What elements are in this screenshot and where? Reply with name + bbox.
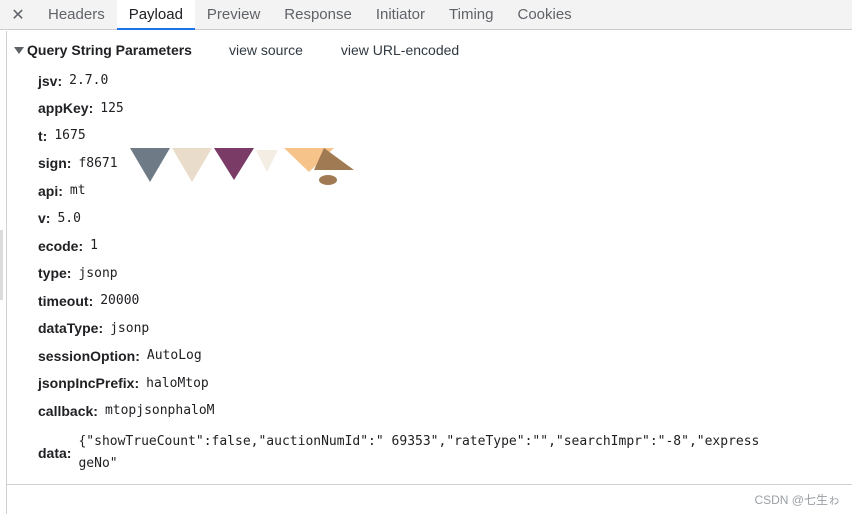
- watermark: CSDN @七生ゎ: [754, 493, 840, 507]
- panel-bottom-border: [6, 484, 852, 485]
- param-value: jsonp: [110, 320, 150, 336]
- view-url-encoded-link[interactable]: view URL-encoded: [341, 42, 459, 58]
- tab-headers[interactable]: Headers: [36, 0, 117, 29]
- param-key: timeout: [38, 293, 93, 309]
- param-value: f8671: [78, 155, 118, 171]
- param-value: 20000: [100, 293, 140, 309]
- tab-payload[interactable]: Payload: [116, 0, 196, 30]
- param-value: haloMtop: [146, 375, 209, 391]
- query-string-section-header[interactable]: Query String Parameters view source view…: [14, 38, 459, 62]
- redaction-triangle: [256, 150, 278, 172]
- param-value: 2.7.0: [69, 73, 109, 89]
- param-value: 125: [100, 100, 124, 116]
- close-icon[interactable]: ✕: [0, 0, 36, 29]
- param-value: 1675: [54, 128, 86, 144]
- param-key: type: [38, 265, 71, 281]
- param-key: data: [38, 445, 71, 461]
- param-row-appkey: appKey 125: [38, 95, 852, 123]
- param-key: callback: [38, 403, 98, 419]
- tab-preview[interactable]: Preview: [195, 0, 272, 29]
- param-key: sign: [38, 155, 71, 171]
- param-row-jsonpincprefix: jsonpIncPrefix haloMtop: [38, 370, 852, 398]
- param-value: {"showTrueCount":false,"auctionNumId":" …: [78, 431, 759, 475]
- param-row-ecode: ecode 1: [38, 232, 852, 260]
- param-value: 5.0: [57, 210, 81, 226]
- param-row-timeout: timeout 20000: [38, 287, 852, 315]
- devtools-payload-panel: ✕ Headers Payload Preview Response Initi…: [0, 0, 852, 514]
- param-value: 1: [90, 238, 98, 254]
- param-row-v: v 5.0: [38, 205, 852, 233]
- tab-cookies[interactable]: Cookies: [505, 0, 583, 29]
- param-key: jsv: [38, 73, 62, 89]
- redaction-triangle: [214, 148, 254, 180]
- param-key: dataType: [38, 320, 103, 336]
- section-title: Query String Parameters: [27, 42, 192, 58]
- param-row-callback: callback mtopjsonphaloM: [38, 397, 852, 425]
- redaction-triangle: [172, 148, 212, 182]
- redaction-triangle: [130, 148, 170, 182]
- data-value-line-1: {"showTrueCount":false,"auctionNumId":" …: [78, 433, 760, 449]
- param-value: mt: [69, 183, 86, 199]
- tab-initiator[interactable]: Initiator: [364, 0, 437, 29]
- param-row-sessionoption: sessionOption AutoLog: [38, 342, 852, 370]
- param-row-jsv: jsv 2.7.0: [38, 67, 852, 95]
- param-key: v: [38, 210, 50, 226]
- param-key: ecode: [38, 238, 83, 254]
- param-row-data: data {"showTrueCount":false,"auctionNumI…: [38, 428, 852, 478]
- data-value-line-2: geNo": [78, 455, 118, 471]
- param-key: sessionOption: [38, 348, 140, 364]
- tab-response[interactable]: Response: [272, 0, 364, 29]
- param-key: t: [38, 128, 47, 144]
- view-source-link[interactable]: view source: [229, 42, 303, 58]
- tab-timing[interactable]: Timing: [437, 0, 505, 29]
- scrollbar-track[interactable]: [0, 230, 3, 300]
- param-key: appKey: [38, 100, 93, 116]
- redaction-blob: [319, 175, 337, 185]
- param-value: jsonp: [78, 265, 118, 281]
- param-key: api: [38, 183, 63, 199]
- param-key: jsonpIncPrefix: [38, 375, 139, 391]
- panel-left-border: [6, 31, 7, 514]
- param-row-datatype: dataType jsonp: [38, 315, 852, 343]
- params-list: jsv 2.7.0 appKey 125 t 1675 sign f8671 a…: [38, 67, 852, 478]
- param-value: AutoLog: [146, 348, 202, 364]
- param-value: mtopjsonphaloM: [104, 403, 215, 419]
- redaction-mosaic: [130, 148, 354, 185]
- collapse-triangle-icon[interactable]: [14, 46, 24, 54]
- param-row-type: type jsonp: [38, 260, 852, 288]
- tab-bar: ✕ Headers Payload Preview Response Initi…: [0, 0, 852, 30]
